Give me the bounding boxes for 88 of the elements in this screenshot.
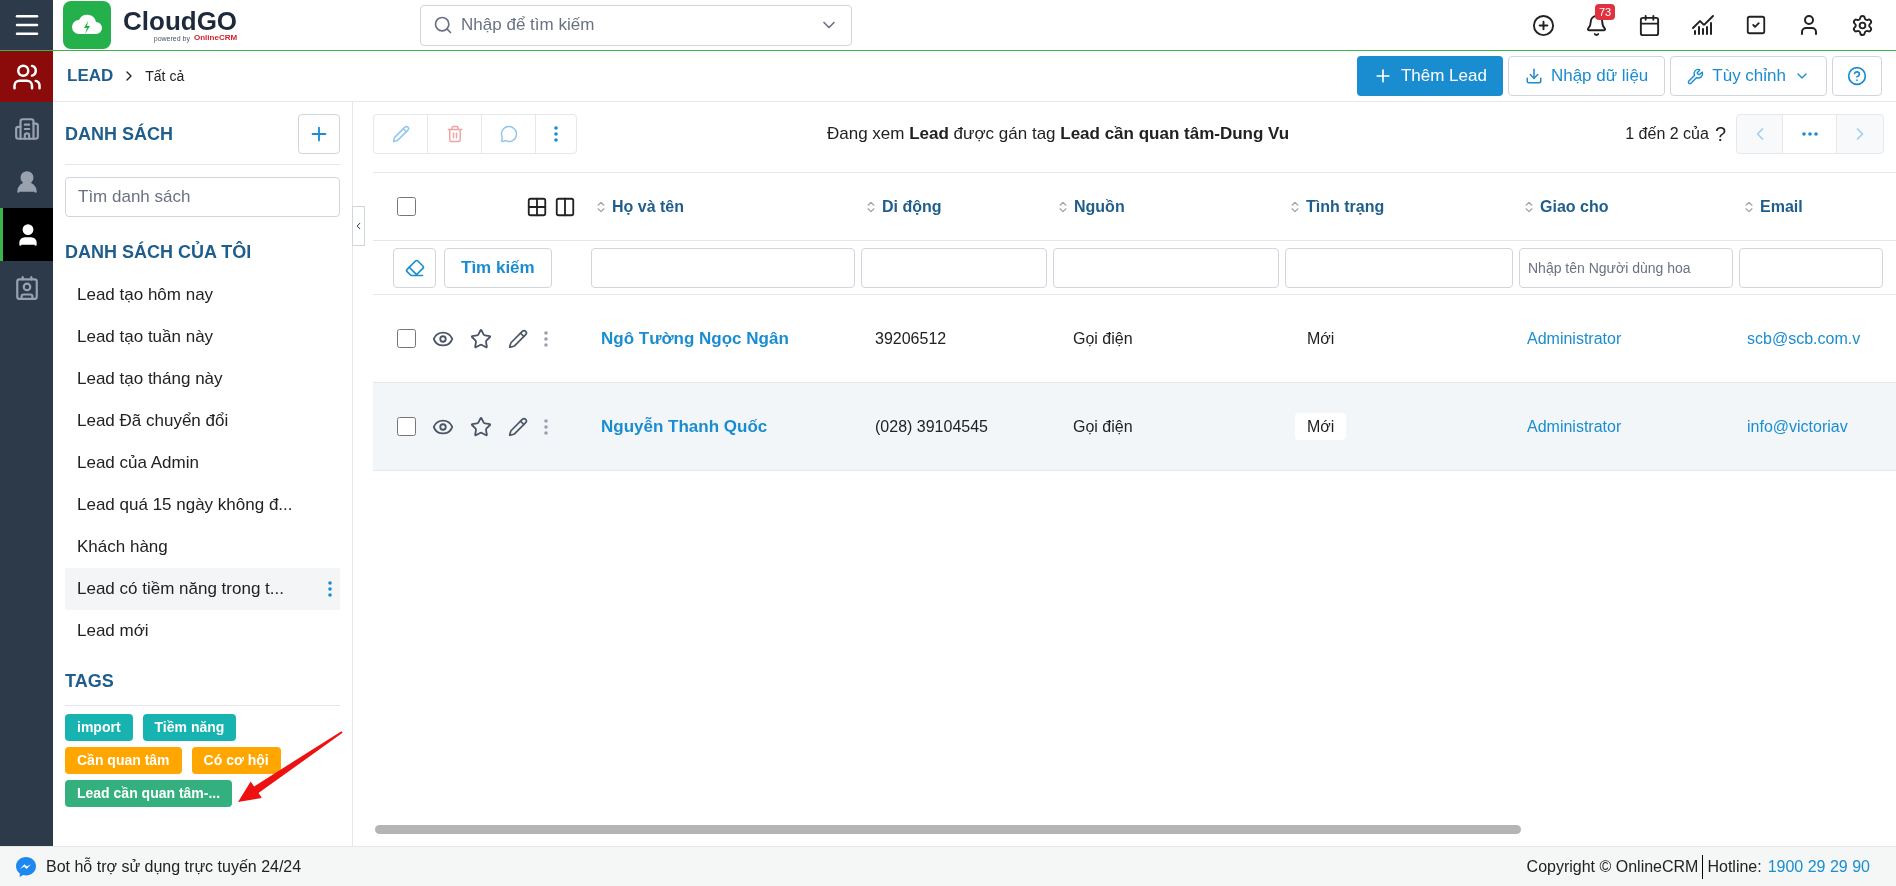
section-title: DANH SÁCH: [65, 122, 173, 146]
column-header[interactable]: Họ và tên: [612, 194, 684, 219]
list-item[interactable]: Lead mới: [65, 610, 340, 652]
breadcrumb-module[interactable]: LEAD: [67, 63, 114, 89]
list-item[interactable]: Lead của Admin: [65, 442, 340, 484]
wrench-icon: [1687, 67, 1705, 85]
rail-item[interactable]: [0, 208, 53, 261]
more-icon[interactable]: [328, 581, 332, 597]
view-description: Đang xem Lead được gán tag Lead cần quan tâm-Dung Vu: [827, 123, 1290, 146]
filter-field[interactable]: [861, 247, 1047, 288]
column-header[interactable]: Nguồn: [1074, 194, 1125, 219]
mobile-cell: (028) 39104545: [875, 417, 988, 435]
support-bot-link[interactable]: Bot hỗ trợ sử dụng trực tuyến 24/24: [46, 854, 302, 879]
search-icon: [433, 15, 454, 35]
pager-help[interactable]: ?: [1714, 119, 1726, 149]
section-title: DANH SÁCH CỦA TÔI: [65, 240, 253, 264]
list-item[interactable]: Lead có tiềm năng trong t...: [65, 568, 340, 610]
breadcrumb-current: Tất cả: [145, 66, 185, 86]
calendar-icon[interactable]: [1638, 13, 1661, 37]
table-row[interactable]: Nguyễn Thanh Quốc (028) 39104545 Gọi điện Mới Administrator info@victoriav: [373, 383, 1896, 471]
ellipsis-icon: [1801, 132, 1818, 136]
add-list-button[interactable]: [298, 114, 340, 154]
mobile-cell: 39206512: [875, 329, 947, 347]
copyright-text: Copyright © OnlineCRM: [1526, 854, 1704, 879]
notification-badge: 73: [1595, 3, 1616, 20]
column-header[interactable]: Giao cho: [1540, 194, 1609, 219]
contact-card-icon: [13, 274, 40, 301]
add-icon[interactable]: [1532, 13, 1555, 37]
source-cell: Gọi điện: [1073, 417, 1133, 435]
search-field[interactable]: Nhập để tìm kiếm: [461, 5, 812, 45]
pencil-icon[interactable]: [508, 328, 528, 349]
pencil-icon[interactable]: [508, 416, 528, 437]
download-icon: [1524, 67, 1543, 85]
logo-name: CloudGO: [123, 8, 238, 34]
star-icon[interactable]: [470, 415, 492, 438]
column-header[interactable]: Di động: [882, 194, 942, 219]
filter-field[interactable]: [1285, 247, 1513, 288]
email-link[interactable]: scb@scb.com.v: [1747, 329, 1861, 347]
import-button[interactable]: Nhập dữ liệu: [1507, 56, 1666, 96]
pencil-icon: [391, 125, 410, 143]
building-icon: [13, 115, 40, 142]
search-button[interactable]: Tìm kiếm: [444, 247, 552, 288]
hotline-label: Hotline:: [1707, 856, 1762, 877]
settings-icon[interactable]: [1851, 13, 1874, 37]
help-icon: [1847, 66, 1867, 86]
help-button[interactable]: [1832, 56, 1882, 96]
horizontal-scrollbar[interactable]: [375, 825, 1521, 834]
row-checkbox[interactable]: [397, 417, 416, 436]
grid-icon[interactable]: [526, 195, 548, 218]
row-checkbox[interactable]: [397, 329, 416, 348]
list-item[interactable]: Lead Đã chuyển đổi: [65, 400, 340, 442]
lead-name-link[interactable]: Ngô Tường Ngọc Ngân: [601, 328, 789, 348]
list-item[interactable]: Lead tạo hôm nay: [65, 274, 340, 316]
clear-filter-button[interactable]: [393, 247, 436, 288]
more-icon[interactable]: [544, 418, 548, 435]
hotline-number[interactable]: 1900 29 29 90: [1767, 854, 1870, 879]
section-title: TAGS: [65, 668, 340, 706]
brand-name: OnlineCRM: [194, 34, 238, 42]
more-icon[interactable]: [544, 330, 548, 347]
status-cell-text: Mới: [1306, 328, 1336, 349]
eraser-icon: [404, 257, 425, 278]
chart-icon[interactable]: [1691, 13, 1715, 37]
trash-icon: [445, 125, 464, 143]
star-icon[interactable]: [470, 327, 492, 350]
assignee-link[interactable]: Administrator: [1527, 329, 1622, 347]
filter-field[interactable]: Nhập tên Người dùng hoa: [1519, 247, 1733, 288]
filter-field[interactable]: [591, 247, 855, 288]
filter-field[interactable]: [1739, 247, 1883, 288]
checkbox-icon[interactable]: [1745, 14, 1767, 36]
add-lead-button[interactable]: Thêm Lead: [1356, 56, 1503, 96]
columns-icon[interactable]: [554, 195, 576, 218]
messenger-icon[interactable]: [14, 854, 38, 879]
list-search-field[interactable]: Tìm danh sách: [65, 177, 340, 217]
pager-text: 1 đến 2 của: [1625, 124, 1709, 144]
filter-field[interactable]: [1053, 247, 1279, 288]
list-item[interactable]: Lead tạo tháng này: [65, 358, 340, 400]
customize-button[interactable]: Tùy chỉnh: [1670, 56, 1827, 96]
select-all-checkbox[interactable]: [397, 197, 416, 216]
column-header[interactable]: Email: [1760, 194, 1803, 219]
list-item[interactable]: Khách hàng: [65, 526, 340, 568]
source-cell: Gọi điện: [1073, 329, 1133, 347]
status-cell: Mới: [1295, 412, 1347, 440]
comment-icon: [499, 125, 518, 143]
more-icon: [554, 126, 558, 142]
list-item[interactable]: Lead quá 15 ngày không đ...: [65, 484, 340, 526]
list-item[interactable]: Lead tạo tuần này: [65, 316, 340, 358]
column-header[interactable]: Tình trạng: [1306, 194, 1385, 219]
search-box[interactable]: Nhập để tìm kiếm: [420, 4, 853, 46]
